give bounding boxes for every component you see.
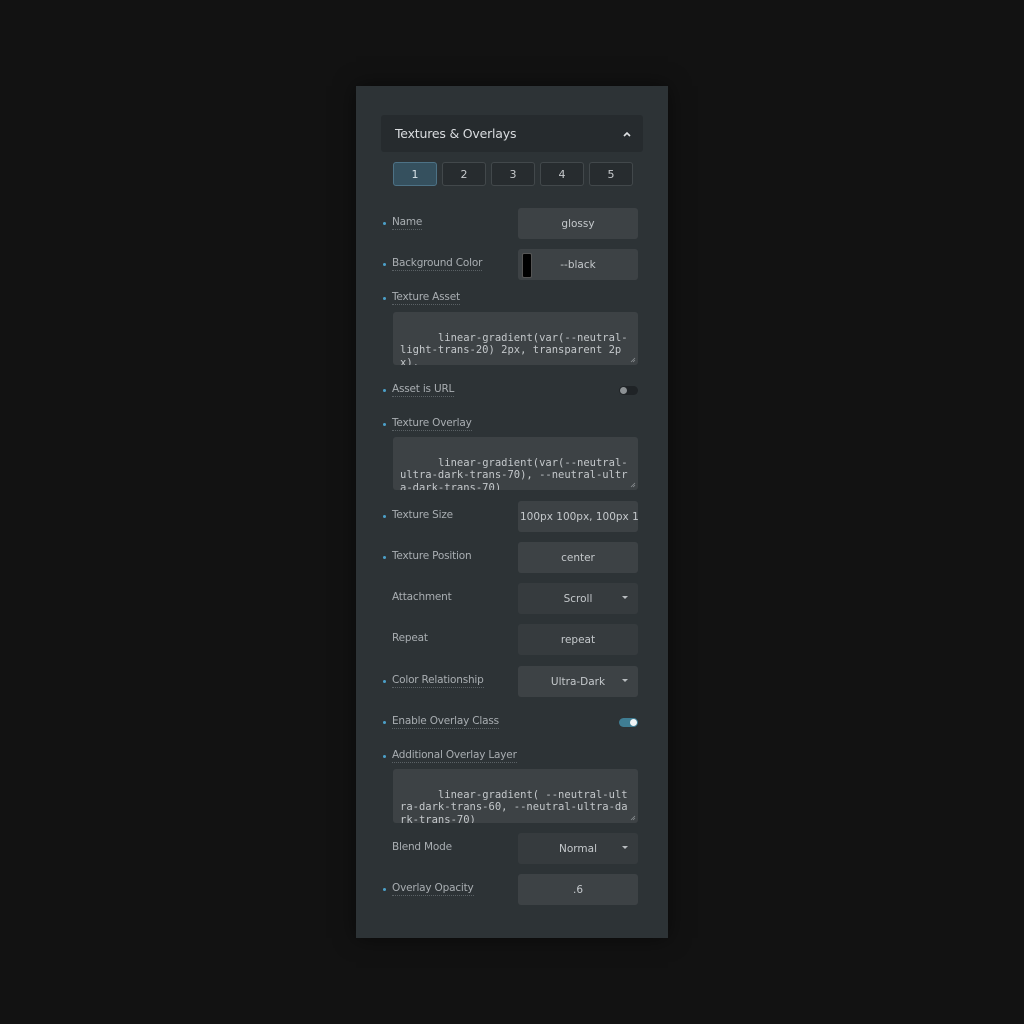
- bullet-dot: [383, 680, 386, 683]
- overlay-opacity-row: Overlay Opacity .6: [356, 874, 668, 905]
- texture-size-label: Texture Size: [392, 509, 453, 521]
- resize-handle-icon[interactable]: [630, 357, 636, 363]
- bullet-dot: [383, 515, 386, 518]
- attachment-value: Scroll: [563, 592, 593, 605]
- background-color-input[interactable]: --black: [518, 249, 638, 280]
- resize-handle-icon[interactable]: [630, 815, 636, 821]
- bullet-dot: [383, 888, 386, 891]
- enable-overlay-class-toggle[interactable]: [619, 718, 638, 727]
- caret-down-icon: [622, 596, 628, 599]
- bullet-dot: [383, 297, 386, 300]
- overlay-opacity-input[interactable]: .6: [518, 874, 638, 905]
- toggle-knob: [620, 387, 627, 394]
- toggle-knob: [630, 719, 637, 726]
- texture-position-row: Texture Position center: [356, 542, 668, 573]
- enable-overlay-class-label: Enable Overlay Class: [392, 715, 499, 729]
- texture-size-input[interactable]: 100px 100px, 100px 100px: [518, 501, 638, 532]
- tab-2[interactable]: 2: [442, 162, 486, 186]
- resize-handle-icon[interactable]: [630, 482, 636, 488]
- texture-overlay-value: linear-gradient(var(--neutral-ultra-dark…: [400, 456, 628, 491]
- blend-mode-select[interactable]: Normal: [518, 833, 638, 864]
- texture-position-input[interactable]: center: [518, 542, 638, 573]
- background-color-row: Background Color --black: [356, 249, 668, 280]
- tab-5[interactable]: 5: [589, 162, 633, 186]
- attachment-select[interactable]: Scroll: [518, 583, 638, 614]
- blend-mode-value: Normal: [559, 842, 597, 855]
- overlay-opacity-label: Overlay Opacity: [392, 882, 474, 896]
- repeat-label: Repeat: [392, 632, 428, 644]
- attachment-label: Attachment: [392, 591, 452, 603]
- bullet-dot: [383, 755, 386, 758]
- texture-overlay-row: Texture Overlay linear-gradient(var(--ne…: [356, 417, 668, 492]
- blend-mode-label: Blend Mode: [392, 841, 452, 853]
- attachment-row: Attachment Scroll: [356, 583, 668, 614]
- bullet-dot: [383, 222, 386, 225]
- texture-asset-label: Texture Asset: [392, 291, 460, 305]
- caret-down-icon: [622, 846, 628, 849]
- color-relationship-select[interactable]: Ultra-Dark: [518, 666, 638, 697]
- name-row: Name glossy: [356, 208, 668, 239]
- texture-asset-textarea[interactable]: linear-gradient(var(--neutral-light-tran…: [393, 312, 638, 365]
- bullet-dot: [383, 721, 386, 724]
- additional-overlay-layer-label: Additional Overlay Layer: [392, 749, 517, 763]
- name-input[interactable]: glossy: [518, 208, 638, 239]
- bullet-dot: [383, 389, 386, 392]
- additional-overlay-layer-value: linear-gradient( --neutral-ultra-dark-tr…: [400, 788, 628, 824]
- texture-overlay-textarea[interactable]: linear-gradient(var(--neutral-ultra-dark…: [393, 437, 638, 490]
- asset-is-url-label: Asset is URL: [392, 383, 455, 397]
- textures-overlays-panel: Textures & Overlays 1 2 3 4 5 Name gloss…: [356, 86, 668, 938]
- section-title: Textures & Overlays: [395, 126, 517, 141]
- blend-mode-row: Blend Mode Normal: [356, 833, 668, 864]
- texture-asset-value: linear-gradient(var(--neutral-light-tran…: [400, 331, 628, 366]
- bullet-dot: [383, 263, 386, 266]
- texture-asset-row: Texture Asset linear-gradient(var(--neut…: [356, 291, 668, 366]
- bullet-dot: [383, 423, 386, 426]
- tab-3[interactable]: 3: [491, 162, 535, 186]
- background-color-value: --black: [560, 258, 596, 271]
- color-relationship-label: Color Relationship: [392, 674, 484, 688]
- background-color-label: Background Color: [392, 257, 483, 271]
- additional-overlay-layer-row: Additional Overlay Layer linear-gradient…: [356, 749, 668, 824]
- bullet-dot: [383, 556, 386, 559]
- enable-overlay-class-row: Enable Overlay Class: [356, 715, 668, 729]
- texture-overlay-label: Texture Overlay: [392, 417, 472, 431]
- asset-is-url-row: Asset is URL: [356, 383, 668, 397]
- caret-down-icon: [622, 679, 628, 682]
- asset-is-url-toggle[interactable]: [619, 386, 638, 395]
- additional-overlay-layer-textarea[interactable]: linear-gradient( --neutral-ultra-dark-tr…: [393, 769, 638, 823]
- texture-position-label: Texture Position: [392, 550, 472, 562]
- repeat-row: Repeat repeat: [356, 624, 668, 655]
- section-header[interactable]: Textures & Overlays: [381, 115, 643, 152]
- layer-tabs: 1 2 3 4 5: [393, 162, 633, 186]
- tab-1[interactable]: 1: [393, 162, 437, 186]
- color-relationship-value: Ultra-Dark: [550, 675, 606, 688]
- name-label: Name: [392, 216, 423, 230]
- chevron-up-icon[interactable]: [621, 128, 633, 140]
- color-swatch[interactable]: [522, 253, 532, 278]
- color-relationship-row: Color Relationship Ultra-Dark: [356, 666, 668, 697]
- tab-4[interactable]: 4: [540, 162, 584, 186]
- texture-size-row: Texture Size 100px 100px, 100px 100px: [356, 501, 668, 532]
- repeat-input[interactable]: repeat: [518, 624, 638, 655]
